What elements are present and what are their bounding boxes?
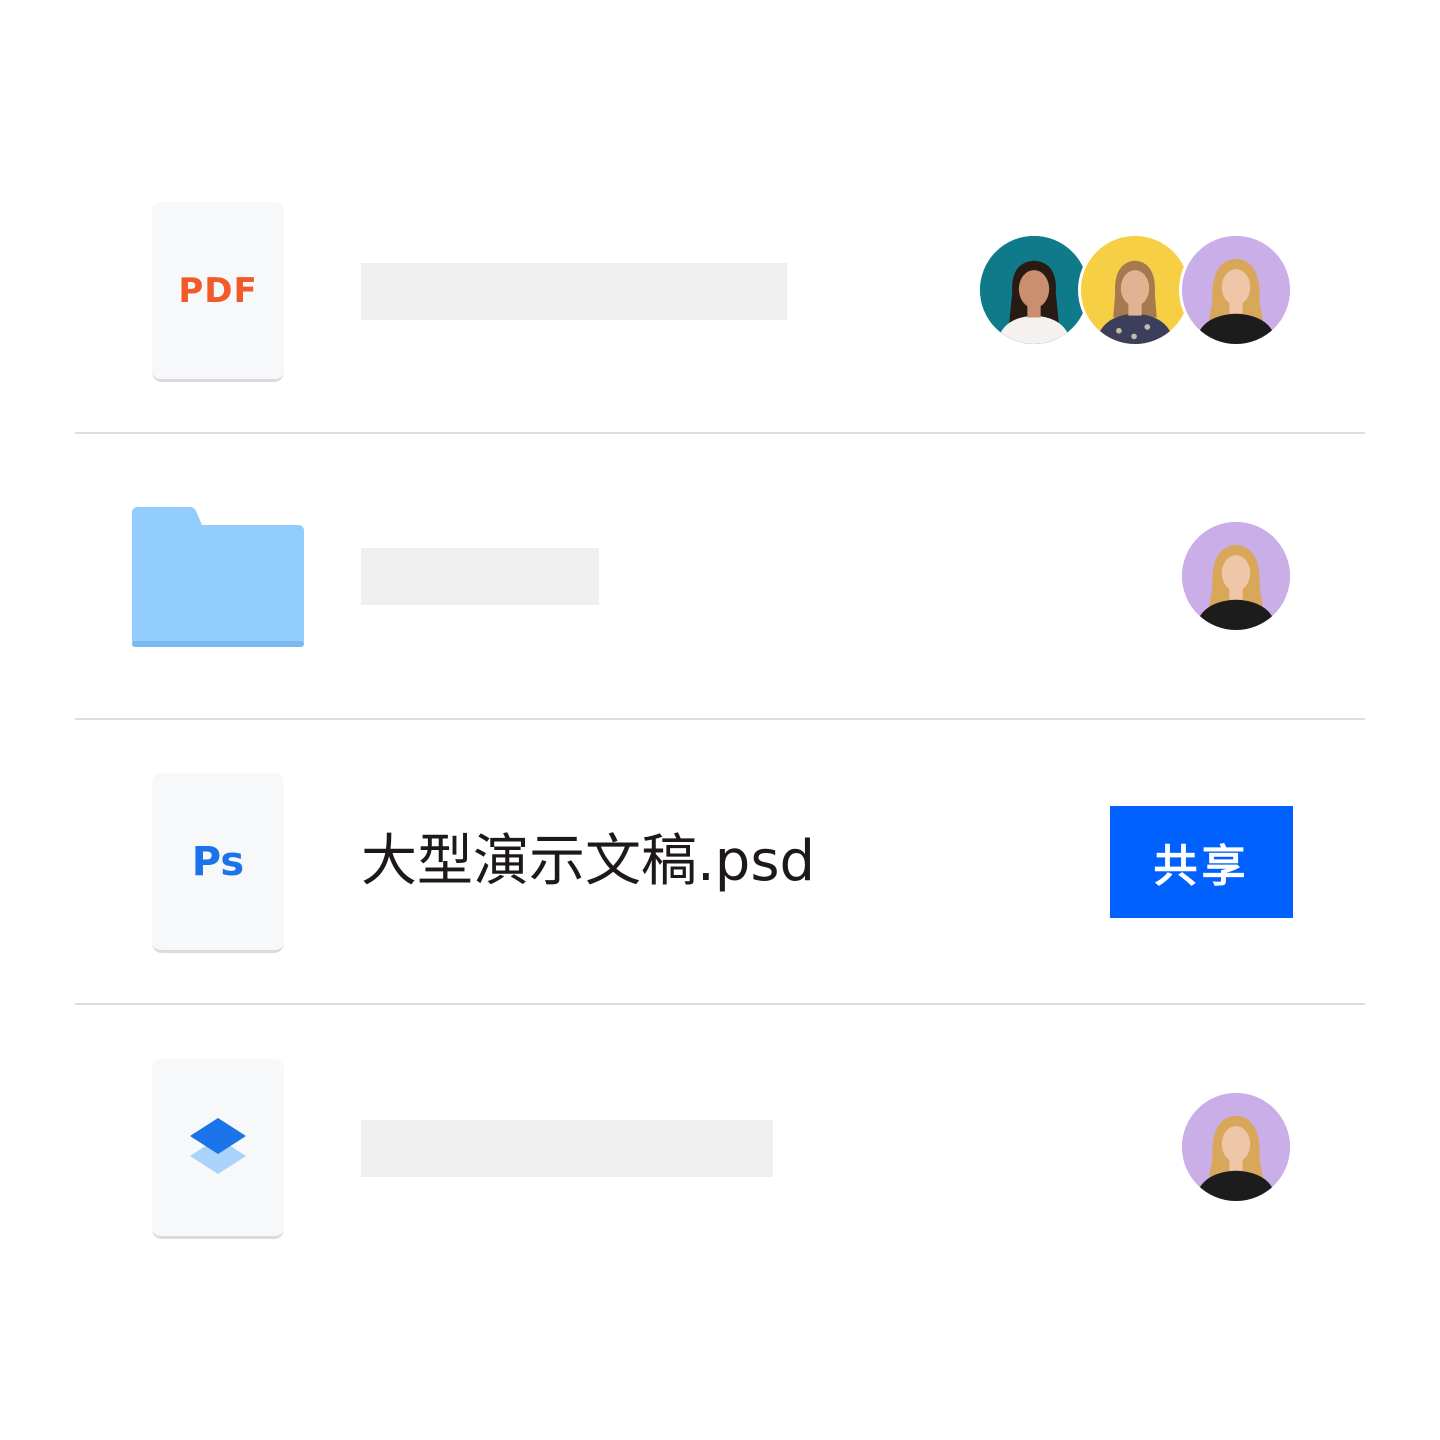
layers-file-icon (152, 1059, 284, 1239)
person-avatar-icon (1182, 236, 1290, 344)
layers-icon (190, 1117, 246, 1174)
person-avatar-icon (1182, 1093, 1290, 1201)
photoshop-file-icon: Ps (152, 773, 284, 953)
pdf-badge-label: PDF (178, 270, 258, 311)
avatar-collaborator-1[interactable] (977, 233, 1091, 347)
file-name-placeholder (361, 263, 787, 320)
avatar-collaborator[interactable] (1179, 519, 1293, 633)
folder-icon (132, 507, 304, 647)
avatar-collaborator-3[interactable] (1179, 233, 1293, 347)
file-name: 大型演示文稿.psd (361, 829, 816, 894)
person-avatar-icon (980, 236, 1088, 344)
file-name-placeholder (361, 548, 599, 605)
share-button[interactable]: 共享 (1110, 806, 1293, 918)
person-avatar-icon (1081, 236, 1189, 344)
file-name-placeholder (361, 1120, 773, 1177)
person-avatar-icon (1182, 522, 1290, 630)
avatar-collaborator-2[interactable] (1078, 233, 1192, 347)
avatar-collaborator[interactable] (1179, 1090, 1293, 1204)
ps-badge-label: Ps (191, 838, 245, 885)
pdf-file-icon: PDF (152, 202, 284, 382)
